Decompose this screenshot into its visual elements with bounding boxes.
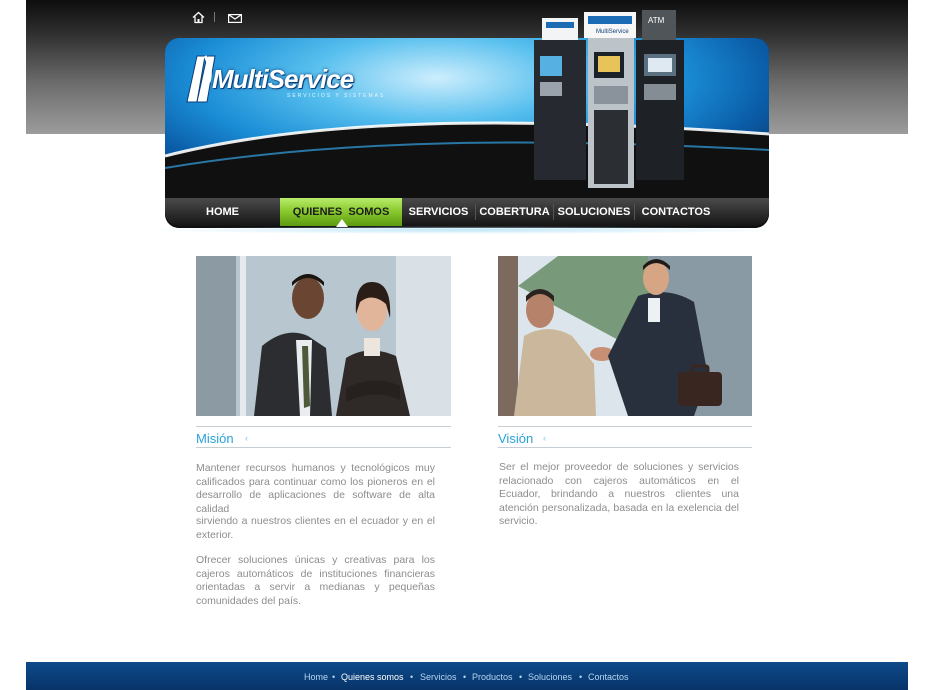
handshake-photo xyxy=(498,256,752,416)
team-photo xyxy=(196,256,451,416)
brand-tagline: SERVICIOS Y SISTEMAS xyxy=(287,93,386,99)
footer-link-quienes-somos[interactable]: Quienes somos xyxy=(341,672,404,682)
footer-link-home[interactable]: Home xyxy=(304,672,328,682)
home-icon[interactable] xyxy=(192,11,205,24)
footer-separator: • xyxy=(332,672,336,682)
footer-link-soluciones[interactable]: Soluciones xyxy=(528,672,572,682)
mision-title: Misión xyxy=(196,431,234,446)
nav-contactos[interactable]: CONTACTOS xyxy=(635,198,717,226)
footer-separator: • xyxy=(463,672,467,682)
mision-bottom-rule xyxy=(196,447,451,448)
vision-text: Ser el mejor proveedor de soluciones y s… xyxy=(499,461,739,527)
arrow-left-icon: ‹ xyxy=(543,433,546,443)
footer-link-productos[interactable]: Productos xyxy=(472,672,513,682)
mision-text-2: sirviendo a nuestros clientes en el ecua… xyxy=(196,515,435,541)
vision-title: Visión xyxy=(498,431,534,446)
atm-sign-label: ATM xyxy=(648,16,665,25)
utility-divider xyxy=(214,12,215,22)
mision-top-rule xyxy=(196,426,451,427)
footer-separator: • xyxy=(410,672,414,682)
arrow-left-icon: ‹ xyxy=(245,433,248,443)
mail-icon[interactable] xyxy=(228,14,242,23)
mision-text-3: Ofrecer soluciones únicas y creativas pa… xyxy=(196,554,435,607)
vision-top-rule xyxy=(498,426,752,427)
nav-servicios[interactable]: SERVICIOS xyxy=(402,198,475,226)
mision-text-1: Mantener recursos humanos y tecnológicos… xyxy=(196,462,435,515)
vision-bottom-rule xyxy=(498,447,752,448)
brand-name: MultiService xyxy=(212,64,354,94)
footer-bar xyxy=(26,662,908,690)
footer-link-servicios[interactable]: Servicios xyxy=(420,672,457,682)
nav-cobertura[interactable]: COBERTURA xyxy=(476,198,553,226)
main-nav: HOME QUIENES SOMOS SERVICIOS COBERTURA S… xyxy=(165,198,769,226)
footer-separator: • xyxy=(519,672,523,682)
atm-machines-image: MultiService ATM xyxy=(534,10,684,188)
nav-home[interactable]: HOME xyxy=(165,198,280,226)
atm-sign-brand: MultiService xyxy=(596,29,629,35)
footer-link-contactos[interactable]: Contactos xyxy=(588,672,629,682)
nav-glow xyxy=(140,226,795,234)
footer-separator: • xyxy=(579,672,583,682)
nav-soluciones[interactable]: SOLUCIONES xyxy=(554,198,634,226)
